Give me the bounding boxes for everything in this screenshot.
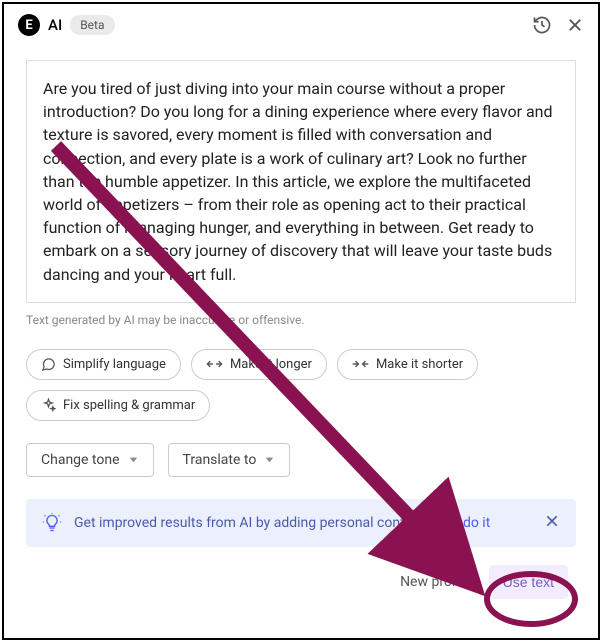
translate-to-dropdown[interactable]: Translate to xyxy=(168,443,291,477)
fix-grammar-chip[interactable]: Fix spelling & grammar xyxy=(26,390,210,421)
tip-close-icon[interactable] xyxy=(544,513,560,533)
chat-icon xyxy=(41,357,56,372)
chip-label: Fix spelling & grammar xyxy=(63,398,195,413)
expand-horizontal-icon xyxy=(206,357,223,371)
chip-label: Make it shorter xyxy=(376,357,463,372)
chevron-down-icon xyxy=(128,454,139,465)
chip-label: Make it longer xyxy=(230,357,312,372)
modal-header: E AI Beta xyxy=(4,4,598,46)
dropdown-label: Translate to xyxy=(183,452,257,468)
new-prompt-button[interactable]: New prompt xyxy=(396,566,481,598)
chevron-down-icon xyxy=(264,454,275,465)
change-tone-dropdown[interactable]: Change tone xyxy=(26,443,154,477)
footer-actions: New prompt Use text xyxy=(26,565,576,599)
collapse-horizontal-icon xyxy=(352,357,369,371)
tip-text: Get improved results from AI by adding p… xyxy=(74,515,534,531)
dropdown-label: Change tone xyxy=(41,452,120,468)
elementor-logo-icon: E xyxy=(18,14,40,36)
close-icon[interactable] xyxy=(566,16,584,34)
dropdown-row: Change tone Translate to xyxy=(26,443,576,477)
make-longer-chip[interactable]: Make it longer xyxy=(191,349,327,380)
generated-text-output[interactable]: Are you tired of just diving into your m… xyxy=(26,60,576,303)
sparkle-icon xyxy=(41,398,56,413)
lightbulb-icon xyxy=(42,513,62,533)
beta-badge: Beta xyxy=(70,15,114,35)
suggestion-chips-row: Simplify language Make it longer Make it… xyxy=(26,349,576,421)
simplify-language-chip[interactable]: Simplify language xyxy=(26,349,181,380)
make-shorter-chip[interactable]: Make it shorter xyxy=(337,349,478,380)
modal-title: AI xyxy=(48,16,62,34)
personal-context-tip-banner: Get improved results from AI by adding p… xyxy=(26,499,576,547)
lets-do-it-link[interactable]: Let's do it xyxy=(431,515,490,531)
ai-disclaimer-text: Text generated by AI may be inaccurate o… xyxy=(26,313,576,327)
chip-label: Simplify language xyxy=(63,357,166,372)
history-icon[interactable] xyxy=(532,15,552,35)
use-text-button[interactable]: Use text xyxy=(489,565,568,599)
